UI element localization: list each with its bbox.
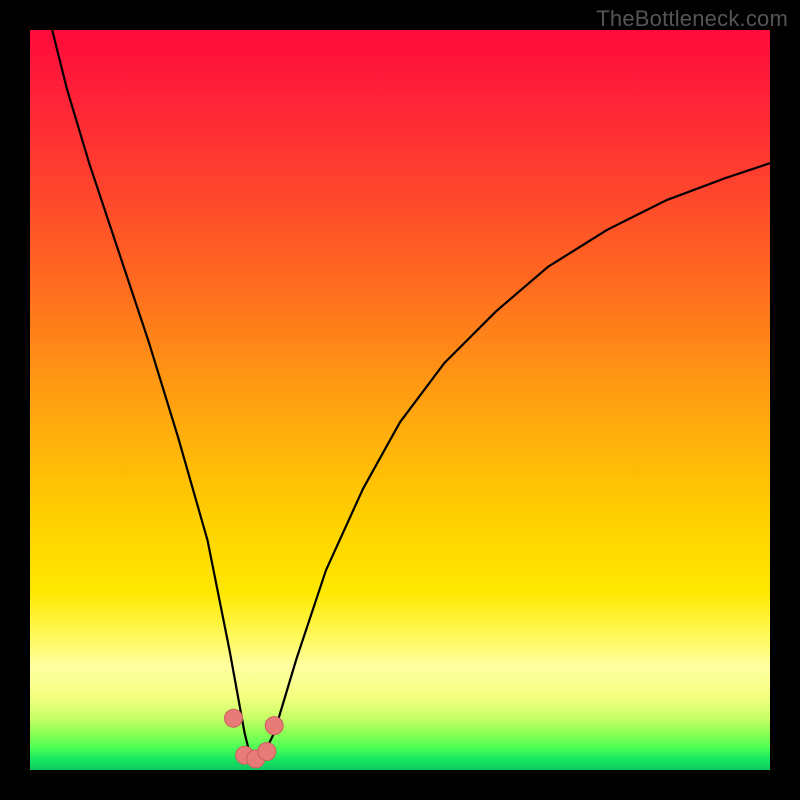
bottleneck-curve: [30, 30, 770, 770]
watermark-text: TheBottleneck.com: [596, 6, 788, 32]
plot-area: [30, 30, 770, 770]
minimum-marker: [265, 717, 283, 735]
minimum-marker: [258, 743, 276, 761]
chart-frame: TheBottleneck.com: [0, 0, 800, 800]
minimum-marker: [225, 709, 243, 727]
curve-path: [52, 30, 770, 763]
minimum-markers: [225, 709, 284, 768]
